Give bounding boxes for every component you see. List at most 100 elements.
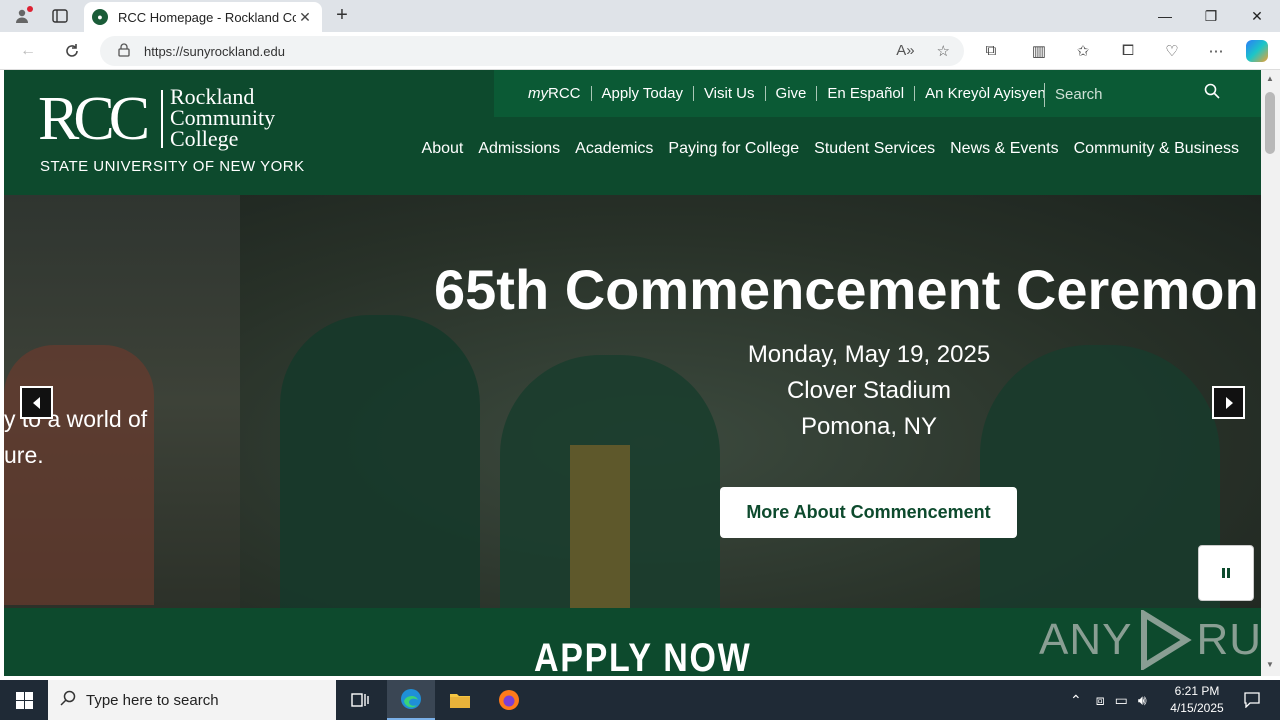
- tab-actions-icon[interactable]: [46, 4, 74, 28]
- previous-slide-line: ure.: [4, 442, 44, 468]
- show-hidden-icons-icon[interactable]: ⌃: [1070, 692, 1082, 709]
- notification-dot: [27, 6, 33, 12]
- logo-divider: [161, 90, 163, 148]
- more-menu-icon[interactable]: ⋯: [1205, 42, 1227, 62]
- browser-tab[interactable]: ● RCC Homepage - Rockland Com ✕: [84, 2, 322, 32]
- scrollbar-thumb[interactable]: [1265, 92, 1275, 154]
- search-icon[interactable]: [1204, 83, 1220, 107]
- nav-news-events[interactable]: News & Events: [950, 140, 1058, 158]
- carousel-pause-button[interactable]: [1198, 545, 1254, 601]
- minimize-button[interactable]: —: [1142, 0, 1188, 32]
- more-about-commencement-button[interactable]: More About Commencement: [720, 487, 1017, 538]
- carousel-prev-button[interactable]: [20, 386, 53, 419]
- start-button[interactable]: [0, 680, 48, 720]
- give-link[interactable]: Give: [766, 86, 818, 101]
- hero-carousel: y to a world of ure. 65th Commencement C…: [4, 195, 1261, 608]
- favorite-star-icon[interactable]: ☆: [937, 42, 950, 60]
- extensions-icon[interactable]: ⧉: [980, 42, 1002, 62]
- url-field[interactable]: https://sunyrockland.edu A» ☆: [100, 36, 964, 66]
- collections-icon[interactable]: ⧠: [1117, 42, 1139, 62]
- graduate-silhouette: [280, 315, 480, 608]
- pause-icon: [1222, 568, 1230, 578]
- tab-close-icon[interactable]: ✕: [296, 9, 314, 26]
- logo-suny-text: STATE UNIVERSITY OF NEW YORK: [40, 158, 305, 175]
- main-nav: About Admissions Academics Paying for Co…: [422, 140, 1239, 158]
- task-view-icon[interactable]: [336, 680, 384, 720]
- watermark-text-left: ANY: [1039, 615, 1133, 664]
- hero-location: Pomona, NY: [800, 413, 938, 440]
- clock-time: 6:21 PM: [1174, 684, 1220, 698]
- anyrun-watermark: ANY RUN: [1039, 610, 1261, 670]
- logo-name-line: Community: [170, 105, 276, 130]
- edge-taskbar-icon[interactable]: [387, 680, 435, 720]
- back-icon[interactable]: ←: [14, 38, 42, 64]
- nav-student-services[interactable]: Student Services: [814, 140, 935, 158]
- apply-now-section: APPLY NOW ANY RUN: [4, 608, 1261, 676]
- copilot-icon[interactable]: [1246, 40, 1268, 62]
- site-search-input[interactable]: Search: [1044, 83, 1244, 107]
- hero-details: Monday, May 19, 2025 Clover Stadium Pomo…: [664, 337, 1074, 445]
- kreyol-link[interactable]: An Kreyòl Ayisyen: [915, 86, 1056, 101]
- search-icon: [60, 690, 76, 711]
- taskbar-clock[interactable]: 6:21 PM 4/15/2025: [1164, 683, 1230, 717]
- nav-academics[interactable]: Academics: [575, 140, 653, 158]
- clock-date: 4/15/2025: [1170, 701, 1224, 715]
- windows-taskbar: Type here to search ⌃ ⧈ ▭ 🔊︎ 6:21 PM 4/1…: [0, 680, 1280, 720]
- scroll-up-icon[interactable]: ▲: [1266, 74, 1274, 83]
- tab-title: RCC Homepage - Rockland Com: [118, 9, 296, 25]
- read-aloud-icon[interactable]: A»: [896, 42, 914, 60]
- apply-now-heading[interactable]: APPLY NOW: [534, 636, 751, 676]
- nav-paying-for-college[interactable]: Paying for College: [668, 140, 799, 158]
- nav-about[interactable]: About: [422, 140, 464, 158]
- taskbar-search-placeholder: Type here to search: [86, 691, 219, 709]
- chevron-left-icon: [32, 396, 40, 409]
- visit-us-link[interactable]: Visit Us: [694, 86, 766, 101]
- logo-name-line: College: [170, 126, 239, 151]
- play-logo-icon: [1141, 610, 1193, 670]
- myrcc-link[interactable]: myRCC: [528, 86, 592, 101]
- hero-title: 65th Commencement Ceremon: [434, 258, 1259, 321]
- hero-venue: Clover Stadium: [786, 377, 952, 404]
- address-toolbar: ← https://sunyrockland.edu A» ☆ ⧉ ▥ ✩ ⧠ …: [0, 32, 1280, 70]
- graduation-stole: [570, 445, 630, 608]
- windows-logo-icon: [15, 691, 33, 709]
- nav-community-business[interactable]: Community & Business: [1074, 140, 1239, 158]
- url-text: https://sunyrockland.edu: [144, 43, 285, 59]
- hero-date: Monday, May 19, 2025: [747, 341, 991, 368]
- firefox-icon[interactable]: [485, 680, 533, 720]
- new-tab-button[interactable]: +: [330, 4, 354, 28]
- volume-icon[interactable]: 🔊︎: [1138, 692, 1147, 709]
- scroll-down-icon[interactable]: ▼: [1266, 660, 1274, 669]
- website: RCC Rockland Community College STATE UNI…: [4, 70, 1261, 676]
- logo-rcc[interactable]: RCC: [38, 88, 150, 150]
- carousel-next-button[interactable]: [1212, 386, 1245, 419]
- network-icon[interactable]: ▭: [1115, 692, 1128, 709]
- espanol-link[interactable]: En Español: [817, 86, 916, 101]
- utility-nav: myRCC Apply Today Visit Us Give En Españ…: [494, 70, 1261, 117]
- system-tray: ⌃ ⧈ ▭ 🔊︎: [1070, 680, 1147, 720]
- lock-icon: [118, 42, 130, 60]
- apply-today-link[interactable]: Apply Today: [592, 86, 694, 101]
- site-favicon-icon: ●: [92, 9, 108, 25]
- site-header: RCC Rockland Community College STATE UNI…: [4, 70, 1261, 195]
- chevron-right-icon: [1225, 396, 1233, 409]
- hero-photo-figure: [4, 345, 154, 605]
- profile-icon[interactable]: [8, 4, 36, 28]
- browser-tab-bar: ● RCC Homepage - Rockland Com ✕ + — ❐ ✕: [0, 0, 1280, 32]
- file-explorer-icon[interactable]: [436, 680, 484, 720]
- taskbar-search-input[interactable]: Type here to search: [48, 680, 336, 720]
- favorites-icon[interactable]: ✩: [1072, 42, 1094, 62]
- logo-college-name[interactable]: Rockland Community College: [170, 84, 276, 151]
- watermark-text-right: RUN: [1196, 615, 1261, 664]
- notifications-icon[interactable]: [1232, 680, 1272, 720]
- split-screen-icon[interactable]: ▥: [1028, 42, 1050, 62]
- search-placeholder: Search: [1055, 86, 1103, 103]
- device-icon[interactable]: ⧈: [1096, 692, 1105, 709]
- browser-essentials-icon[interactable]: ♡: [1161, 42, 1183, 62]
- close-window-button[interactable]: ✕: [1234, 0, 1280, 32]
- refresh-icon[interactable]: [58, 38, 86, 64]
- logo-name-line: Rockland: [170, 84, 255, 109]
- nav-admissions[interactable]: Admissions: [478, 140, 560, 158]
- page-scrollbar[interactable]: ▲ ▼: [1261, 70, 1280, 676]
- maximize-button[interactable]: ❐: [1188, 0, 1234, 32]
